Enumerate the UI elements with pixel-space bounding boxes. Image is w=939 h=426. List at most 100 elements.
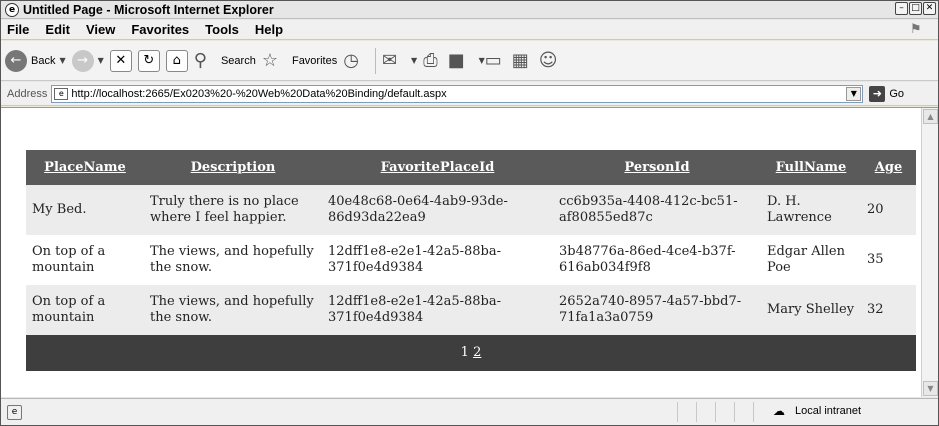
table-row: On top of a mountain The views, and hope… xyxy=(26,235,916,285)
cell-placename: My Bed. xyxy=(26,185,144,235)
menu-bar: File Edit View Favorites Tools Help ⚑ xyxy=(1,20,938,40)
scroll-up-icon[interactable]: ▲ xyxy=(923,109,938,124)
go-label: Go xyxy=(889,87,905,100)
cell-age: 32 xyxy=(861,285,916,335)
address-input[interactable]: e http://localhost:2665/Ex0203%20-%20Web… xyxy=(51,84,864,103)
favorites-star-icon: ☆ xyxy=(261,50,278,71)
table-row: On top of a mountain The views, and hope… xyxy=(26,285,916,335)
forward-button[interactable]: → ▼ xyxy=(71,49,104,72)
menu-view[interactable]: View xyxy=(86,22,115,37)
cell-fullname: Edgar Allen Poe xyxy=(761,235,861,285)
cell-favoriteplaceid: 40e48c68-0e64-4ab9-93de-86d93da22ea9 xyxy=(322,185,553,235)
stop-icon[interactable]: ✕ xyxy=(109,49,132,72)
page-content: PlaceName Description FavoritePlaceId Pe… xyxy=(1,107,938,397)
back-dropdown-icon[interactable]: ▼ xyxy=(59,56,65,65)
window-title: Untitled Page - Microsoft Internet Explo… xyxy=(23,2,274,17)
status-pane xyxy=(696,402,715,422)
window-controls: – □ ✕ xyxy=(895,2,936,15)
cell-favoriteplaceid: 12dff1e8-e2e1-42a5-88ba-371f0e4d9384 xyxy=(322,285,553,335)
title-bar: e Untitled Page - Microsoft Internet Exp… xyxy=(1,1,938,19)
cell-favoriteplaceid: 12dff1e8-e2e1-42a5-88ba-371f0e4d9384 xyxy=(322,235,553,285)
cell-personid: cc6b935a-4408-412c-bc51-af80855ed87c xyxy=(553,185,761,235)
back-label: Back xyxy=(31,54,56,67)
menu-favorites[interactable]: Favorites xyxy=(131,22,189,37)
history-icon[interactable]: ◷ xyxy=(343,50,359,71)
scroll-down-icon[interactable]: ▼ xyxy=(923,381,938,396)
favorites-button[interactable]: ☆ Favorites xyxy=(262,50,337,71)
status-pane xyxy=(677,402,696,422)
cell-description: Truly there is no place where I feel hap… xyxy=(144,185,322,235)
go-arrow-icon: ➜ xyxy=(869,85,886,102)
browser-window: e Untitled Page - Microsoft Internet Exp… xyxy=(0,0,939,426)
back-button[interactable]: ← Back ▼ xyxy=(5,49,66,72)
column-header-placename[interactable]: PlaceName xyxy=(26,150,144,185)
table-row: My Bed. Truly there is no place where I … xyxy=(26,185,916,235)
standard-toolbar: ← Back ▼ → ▼ ✕ ↻ ⌂ ⚲ Search ☆ Favorites … xyxy=(1,41,938,81)
menu-tools[interactable]: Tools xyxy=(205,22,239,37)
maximize-icon[interactable]: □ xyxy=(909,2,922,15)
menu-edit[interactable]: Edit xyxy=(45,22,70,37)
status-bar: e ☁ Local intranet xyxy=(1,398,938,425)
cell-fullname: D. H. Lawrence xyxy=(761,185,861,235)
status-pane xyxy=(734,402,753,422)
zone-label: Local intranet xyxy=(795,405,862,417)
close-icon[interactable]: ✕ xyxy=(923,2,936,15)
vertical-scrollbar[interactable]: ▲ ▼ xyxy=(921,108,938,397)
pager: 1 2 xyxy=(26,335,916,371)
column-header-favoriteplaceid[interactable]: FavoritePlaceId xyxy=(322,150,553,185)
research-icon[interactable]: ▦ xyxy=(512,50,529,71)
grid-header-row: PlaceName Description FavoritePlaceId Pe… xyxy=(26,150,916,185)
cell-placename: On top of a mountain xyxy=(26,285,144,335)
cell-description: The views, and hopefully the snow. xyxy=(144,285,322,335)
edit-page-icon[interactable]: ■ xyxy=(448,50,465,71)
status-pane xyxy=(753,402,772,422)
minimize-icon[interactable]: – xyxy=(895,2,908,15)
discuss-icon[interactable]: ▭ xyxy=(485,50,502,71)
column-header-fullname[interactable]: FullName xyxy=(761,150,861,185)
windows-flag-icon: ⚑ xyxy=(910,22,922,37)
cell-age: 35 xyxy=(861,235,916,285)
refresh-icon[interactable]: ↻ xyxy=(137,49,160,72)
page-icon: e xyxy=(54,87,69,100)
pager-current-page: 1 xyxy=(460,345,469,360)
status-pane xyxy=(715,402,734,422)
mail-icon: ✉ xyxy=(381,50,398,71)
back-arrow-icon: ← xyxy=(5,49,27,72)
grid-pager-row: 1 2 xyxy=(26,335,916,371)
data-grid: PlaceName Description FavoritePlaceId Pe… xyxy=(26,150,916,371)
cell-description: The views, and hopefully the snow. xyxy=(144,235,322,285)
go-button[interactable]: ➜ Go xyxy=(869,85,905,102)
mail-dropdown-icon[interactable]: ▼ xyxy=(411,56,417,65)
address-dropdown-icon[interactable]: ▼ xyxy=(846,86,862,101)
search-label: Search xyxy=(220,54,256,67)
toolbar-separator xyxy=(374,47,376,74)
cell-personid: 3b48776a-86ed-4ce4-b37f-616ab034f9f8 xyxy=(553,235,761,285)
menu-file[interactable]: File xyxy=(7,22,29,37)
mail-button[interactable]: ✉ ▼ xyxy=(382,50,417,71)
search-icon: ⚲ xyxy=(193,50,207,71)
security-zone: ☁ Local intranet xyxy=(773,403,861,419)
column-header-personid[interactable]: PersonId xyxy=(553,150,761,185)
cell-age: 20 xyxy=(861,185,916,235)
address-bar: Address e http://localhost:2665/Ex0203%2… xyxy=(1,82,938,106)
home-icon[interactable]: ⌂ xyxy=(165,49,188,72)
address-url: http://localhost:2665/Ex0203%20-%20Web%2… xyxy=(71,87,447,100)
address-label: Address xyxy=(7,87,48,100)
favorites-label: Favorites xyxy=(291,54,338,67)
ie-logo-icon: e xyxy=(5,2,19,17)
forward-arrow-icon: → xyxy=(71,49,94,72)
intranet-zone-icon: ☁ xyxy=(773,404,785,418)
cell-personid: 2652a740-8957-4a57-bbd7-71fa1a3a0759 xyxy=(553,285,761,335)
column-header-age[interactable]: Age xyxy=(861,150,916,185)
search-button[interactable]: ⚲ Search xyxy=(194,50,256,71)
menu-help[interactable]: Help xyxy=(255,22,283,37)
messenger-icon[interactable]: ☺ xyxy=(539,50,558,71)
cell-placename: On top of a mountain xyxy=(26,235,144,285)
page-status-icon: e xyxy=(7,404,22,420)
column-header-description[interactable]: Description xyxy=(144,150,322,185)
cell-fullname: Mary Shelley xyxy=(761,285,861,335)
pager-link-page-2[interactable]: 2 xyxy=(473,345,481,360)
print-icon[interactable]: ⎙ xyxy=(423,50,437,71)
status-panes xyxy=(677,402,772,422)
forward-dropdown-icon[interactable]: ▼ xyxy=(98,56,104,65)
